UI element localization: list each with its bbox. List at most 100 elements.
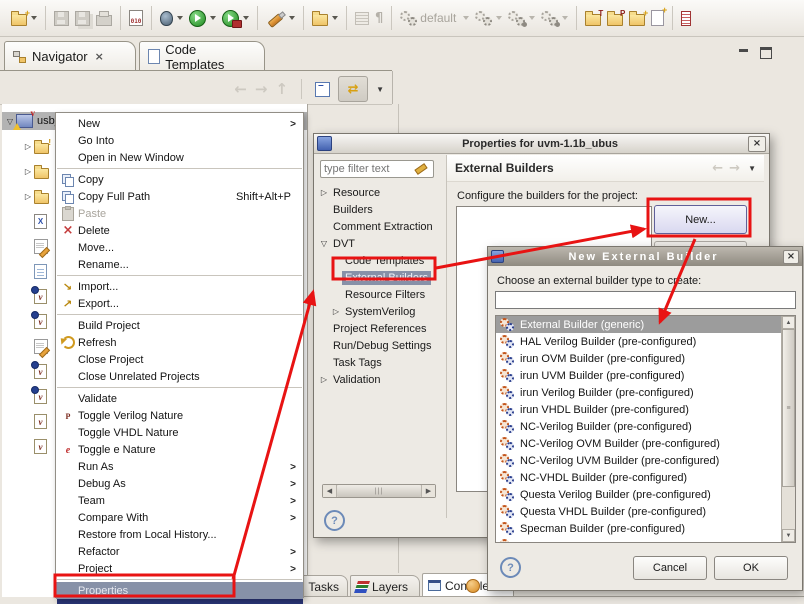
menu-item-new[interactable]: New [56, 115, 303, 132]
forward-arrow-icon[interactable]: → [729, 161, 740, 176]
menu-item-debug-as[interactable]: Debug As [56, 475, 303, 492]
menu-item-toggle-verilog-nature[interactable]: Toggle Verilog Nature [56, 407, 303, 424]
save-button[interactable] [51, 5, 72, 31]
menu-item-delete[interactable]: Delete [56, 222, 303, 239]
menu-item-refresh[interactable]: Refresh [56, 334, 303, 351]
vertical-scrollbar[interactable]: ▲ ≡ ▼ [781, 316, 795, 542]
save-all-button[interactable] [72, 5, 93, 31]
tree-row[interactable] [2, 284, 54, 309]
properties-dialog-titlebar[interactable]: Properties for uvm-1.1b_ubus [314, 134, 769, 154]
menu-item-open-in-new-window[interactable]: Open in New Window [56, 149, 303, 166]
tab-navigator[interactable]: Navigator × [4, 41, 136, 71]
new-testbench-button[interactable]: T [582, 5, 604, 31]
new-builder-titlebar[interactable]: New External Builder [488, 247, 802, 266]
expand-arrow-icon[interactable] [22, 167, 34, 176]
run-button[interactable] [186, 5, 219, 31]
menu-item-refactor[interactable]: Refactor [56, 543, 303, 560]
builder-item[interactable]: irun UVM Builder (pre-configured) [496, 367, 795, 384]
builder-item[interactable]: Questa Verilog Builder (pre-configured) [496, 486, 795, 503]
scrollbar-thumb[interactable]: ≡ [782, 329, 795, 487]
tree-row[interactable] [2, 384, 54, 409]
scrollbar-thumb[interactable]: ||| [337, 485, 421, 497]
menu-item-export[interactable]: Export... [56, 295, 303, 312]
link-with-editor-icon[interactable]: ⇄ [338, 76, 368, 102]
menu-item-run-as[interactable]: Run As [56, 458, 303, 475]
tree-item-builders[interactable]: Builders [318, 201, 444, 218]
tab-code-templates[interactable]: Code Templates [139, 41, 265, 71]
expand-arrow-icon[interactable] [22, 142, 34, 151]
builder-item[interactable]: HAL Verilog Builder (pre-configured) [496, 333, 795, 350]
tab-layers[interactable]: Layers [350, 575, 420, 597]
tree-item-comment-extraction[interactable]: Comment Extraction [318, 218, 444, 235]
menu-item-copy[interactable]: Copy [56, 171, 303, 188]
close-icon[interactable]: × [95, 50, 104, 63]
menu-item-toggle-vhdl-nature[interactable]: Toggle VHDL Nature [56, 424, 303, 441]
tree-row[interactable] [2, 409, 54, 434]
close-icon[interactable] [748, 136, 766, 152]
expand-arrow-icon[interactable] [22, 192, 34, 201]
back-arrow-icon[interactable]: ← [234, 80, 247, 98]
tree-row[interactable] [2, 159, 54, 184]
tree-item-resource-filters[interactable]: Resource Filters [318, 286, 444, 303]
tree-row[interactable] [2, 434, 54, 459]
menu-item-team[interactable]: Team [56, 492, 303, 509]
tree-item-code-templates[interactable]: Code Templates [318, 252, 444, 269]
builder-item[interactable]: irun VHDL Builder (pre-configured) [496, 401, 795, 418]
builder-item-partial[interactable] [496, 537, 795, 543]
tree-row[interactable] [2, 184, 54, 209]
ok-button[interactable]: OK [714, 556, 788, 580]
minimize-view-button[interactable] [738, 47, 751, 58]
binary-view-button[interactable] [126, 5, 146, 31]
tree-item-validation[interactable]: Validation [318, 371, 444, 388]
tree-item-task-tags[interactable]: Task Tags [318, 354, 444, 371]
clipped-toolbar-button[interactable] [678, 5, 694, 31]
close-icon[interactable] [783, 250, 799, 264]
tree-item-external-builders[interactable]: External Builders [318, 269, 444, 286]
run-external-tools-button[interactable] [219, 5, 252, 31]
menu-item-properties[interactable]: Properties [56, 582, 303, 599]
menu-item-compare-with[interactable]: Compare With [56, 509, 303, 526]
block-selection-button[interactable] [352, 5, 372, 31]
builder-item[interactable]: Specman Builder (pre-configured) [496, 520, 795, 537]
builder-item[interactable]: NC-VHDL Builder (pre-configured) [496, 469, 795, 486]
tree-row[interactable] [2, 334, 54, 359]
tree-row[interactable] [2, 309, 54, 334]
menu-item-toggle-e-nature[interactable]: Toggle e Nature [56, 441, 303, 458]
tree-row[interactable]: ! [2, 134, 54, 159]
new-file-button[interactable]: + [648, 5, 667, 31]
menu-item-move[interactable]: Move... [56, 239, 303, 256]
collapse-arrow-icon[interactable] [318, 239, 330, 248]
print-button[interactable] [93, 5, 115, 31]
forward-arrow-icon[interactable]: → [255, 80, 268, 98]
help-button[interactable] [500, 557, 521, 578]
show-whitespace-button[interactable]: ¶ [372, 5, 386, 31]
expand-arrow-icon[interactable] [318, 188, 330, 197]
builder-item[interactable]: irun OVM Builder (pre-configured) [496, 350, 795, 367]
build-config-dropdown[interactable]: default [397, 5, 472, 31]
expand-arrow-icon[interactable] [318, 375, 330, 384]
menu-item-close-unrelated[interactable]: Close Unrelated Projects [56, 368, 303, 385]
menu-item-rename[interactable]: Rename... [56, 256, 303, 273]
cancel-button[interactable]: Cancel [633, 556, 707, 580]
marker-button[interactable] [263, 5, 298, 31]
scroll-down-icon[interactable]: ▼ [782, 529, 795, 542]
tree-item-resource[interactable]: Resource [318, 184, 444, 201]
builder-item[interactable]: External Builder (generic) [496, 316, 795, 333]
builder-filter-input[interactable] [495, 291, 796, 309]
view-menu-icon[interactable]: ▼ [376, 85, 384, 94]
gear-dropdown-3[interactable] [538, 5, 571, 31]
dialog-sash[interactable] [446, 155, 447, 518]
tree-row[interactable] [2, 259, 54, 284]
menu-item-close-project[interactable]: Close Project [56, 351, 303, 368]
menu-item-paste[interactable]: Paste [56, 205, 303, 222]
new-project-button[interactable]: P [604, 5, 626, 31]
builder-item[interactable]: Questa VHDL Builder (pre-configured) [496, 503, 795, 520]
tree-item-systemverilog[interactable]: SystemVerilog [318, 303, 444, 320]
collapse-all-icon[interactable] [315, 82, 330, 97]
help-button[interactable] [324, 510, 345, 531]
builder-item[interactable]: irun Verilog Builder (pre-configured) [496, 384, 795, 401]
new-wizard-button[interactable]: + [8, 5, 40, 31]
menu-item-project[interactable]: Project [56, 560, 303, 577]
filter-field[interactable] [320, 160, 434, 178]
tree-item-run-debug-settings[interactable]: Run/Debug Settings [318, 337, 444, 354]
